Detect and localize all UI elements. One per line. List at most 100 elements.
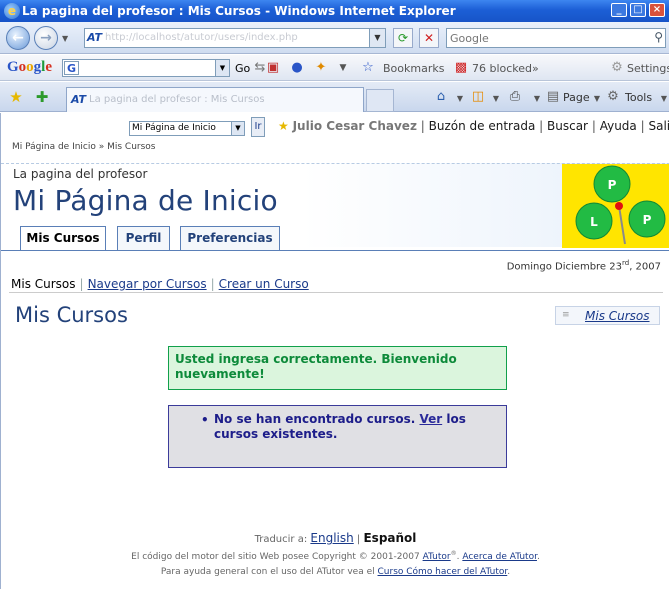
- info-message: • No se han encontrado cursos. Ver los c…: [168, 405, 507, 468]
- tools-gear-icon: ⚙: [607, 89, 619, 104]
- settings-gear-icon[interactable]: ⚙: [609, 60, 625, 76]
- page-content: Mi Página de Inicio ▼ Ir ★ Julio Cesar C…: [0, 113, 669, 589]
- page-icon: ▤: [546, 89, 560, 104]
- quick-link-mis-cursos[interactable]: Mis Cursos: [585, 308, 650, 325]
- user-star-icon: ★: [278, 119, 289, 133]
- atutor-howto-link[interactable]: Curso Cómo hacer del ATutor: [378, 567, 508, 577]
- jump-go-button[interactable]: Ir: [251, 117, 265, 137]
- success-message: Usted ingresa correctamente. Bienvenido …: [168, 346, 507, 390]
- back-button[interactable]: ←: [6, 26, 30, 50]
- history-dropdown-icon[interactable]: ▼: [62, 34, 68, 43]
- atutor-favicon-icon: AT: [87, 31, 103, 45]
- logout-link[interactable]: Salir: [648, 119, 669, 133]
- maximize-button[interactable]: □: [630, 3, 646, 17]
- site-logo: P L P: [562, 164, 669, 248]
- tab-perfil[interactable]: Perfil: [117, 226, 170, 250]
- tab-bar: ★ ✚ AT La pagina del profesor : Mis Curs…: [0, 82, 669, 112]
- popup-blocker-icon: ▩: [454, 60, 468, 75]
- language-bar: Traducir a: English | Español: [254, 531, 417, 545]
- logo-letter-p2: P: [643, 213, 652, 227]
- tab-preferencias[interactable]: Preferencias: [180, 226, 280, 250]
- feeds-icon[interactable]: ◫: [470, 89, 486, 105]
- close-window-button[interactable]: ×: [649, 3, 665, 17]
- page-dropdown-icon[interactable]: ▼: [589, 91, 605, 107]
- address-toolbar: ← → ▼ AT http://localhost/atutor/users/i…: [0, 22, 669, 54]
- english-language-link[interactable]: English: [310, 531, 353, 545]
- address-field[interactable]: AT http://localhost/atutor/users/index.p…: [84, 28, 386, 48]
- jump-select-dropdown-icon[interactable]: ▼: [231, 122, 244, 135]
- home-dropdown-icon[interactable]: ▼: [452, 91, 468, 107]
- tab-underline: [1, 250, 669, 251]
- quick-link-icon: ≡: [562, 310, 570, 320]
- atutor-link[interactable]: ATutor: [423, 552, 451, 562]
- address-dropdown-icon[interactable]: ▼: [369, 29, 385, 47]
- feeds-dropdown-icon[interactable]: ▼: [488, 91, 504, 107]
- search-link[interactable]: Buscar: [547, 119, 588, 133]
- browse-courses-link[interactable]: Navegar por Cursos: [88, 277, 207, 291]
- forward-button[interactable]: →: [34, 26, 58, 50]
- browser-tab[interactable]: AT La pagina del profesor : Mis Cursos: [66, 87, 364, 112]
- user-links: ★ Julio Cesar Chavez | Buzón de entrada …: [278, 119, 669, 133]
- stop-icon[interactable]: ✕: [419, 28, 439, 48]
- add-favorite-icon[interactable]: ✚: [34, 89, 50, 105]
- minimize-button[interactable]: _: [611, 3, 627, 17]
- jump-select-value: Mi Página de Inicio: [132, 123, 216, 133]
- tools-dropdown-icon[interactable]: ▼: [656, 91, 669, 107]
- current-date: Domingo Diciembre 23rd, 2007: [506, 259, 661, 273]
- window-title-bar: e La pagina del profesor : Mis Cursos - …: [0, 0, 669, 22]
- internet-explorer-icon: e: [4, 3, 20, 19]
- logo-letter-p1: P: [608, 178, 617, 192]
- help-line: Para ayuda general con el uso del ATutor…: [160, 567, 511, 577]
- bookmark-star-icon[interactable]: ☆: [360, 60, 376, 76]
- logo-letter-l: L: [590, 215, 598, 229]
- google-toolbar: Google G ▼ Go ⇆ ▣ ● ✦ ▼ ☆ Bookmarks ▩ 76…: [0, 55, 669, 81]
- search-box[interactable]: ⚲: [446, 28, 666, 48]
- url-text[interactable]: http://localhost/atutor/users/index.php: [105, 32, 365, 44]
- google-search-input[interactable]: G ▼: [62, 59, 230, 77]
- refresh-icon[interactable]: ⟳: [393, 28, 413, 48]
- jump-select[interactable]: Mi Página de Inicio ▼: [129, 121, 245, 136]
- view-courses-link[interactable]: Ver: [419, 412, 442, 426]
- create-course-link[interactable]: Crear un Curso: [219, 277, 309, 291]
- new-tab-button[interactable]: [366, 89, 394, 112]
- search-input[interactable]: [447, 29, 637, 47]
- subnav-current: Mis Cursos: [11, 277, 76, 291]
- quick-link-box: ≡ Mis Cursos: [555, 306, 660, 325]
- toolbar-overflow-chevron-icon[interactable]: »: [532, 62, 539, 75]
- window-title: La pagina del profesor : Mis Cursos - Wi…: [22, 4, 456, 18]
- search-icon[interactable]: ⚲: [654, 30, 663, 44]
- print-dropdown-icon[interactable]: ▼: [529, 91, 545, 107]
- globe-icon[interactable]: ●: [289, 60, 305, 76]
- page-menu[interactable]: Page: [563, 91, 590, 104]
- sub-navigation: Mis Cursos | Navegar por Cursos | Crear un C…: [11, 277, 309, 291]
- divider: [9, 292, 663, 293]
- bookmarks-button[interactable]: Bookmarks: [383, 62, 444, 75]
- tab-mis-cursos[interactable]: Mis Cursos: [20, 226, 106, 250]
- tab-title: La pagina del profesor : Mis Cursos: [89, 94, 265, 105]
- google-g-icon: G: [64, 61, 79, 75]
- google-go-button[interactable]: Go: [235, 62, 250, 75]
- breadcrumb[interactable]: Mi Página de Inicio » Mis Cursos: [12, 142, 156, 152]
- news-icon[interactable]: ▣: [265, 60, 281, 76]
- tools-menu[interactable]: Tools: [625, 91, 652, 104]
- print-icon[interactable]: ⎙: [507, 89, 523, 105]
- current-language: Español: [363, 531, 417, 545]
- section-heading: Mis Cursos: [15, 303, 128, 327]
- settings-button[interactable]: Settings: [627, 62, 669, 75]
- more-tools-dropdown-icon[interactable]: ▼: [335, 60, 351, 76]
- tab-favicon-icon: AT: [71, 93, 86, 106]
- popup-blocked-count[interactable]: 76 blocked: [472, 62, 532, 75]
- bullet-icon: •: [201, 413, 209, 427]
- google-logo: Google: [7, 59, 53, 75]
- site-subtitle: La pagina del profesor: [13, 167, 148, 181]
- page-title: Mi Página de Inicio: [13, 184, 278, 217]
- inbox-link[interactable]: Buzón de entrada: [429, 119, 536, 133]
- home-icon[interactable]: ⌂: [433, 89, 449, 105]
- user-name[interactable]: Julio Cesar Chavez: [293, 119, 417, 133]
- google-dropdown-icon[interactable]: ▼: [215, 60, 229, 76]
- help-link[interactable]: Ayuda: [600, 119, 637, 133]
- about-atutor-link[interactable]: Acerca de ATutor: [462, 552, 537, 562]
- favorites-star-icon[interactable]: ★: [8, 89, 24, 105]
- copyright-line: El código del motor del sitio Web posee …: [131, 550, 540, 562]
- puzzle-icon[interactable]: ✦: [313, 60, 329, 76]
